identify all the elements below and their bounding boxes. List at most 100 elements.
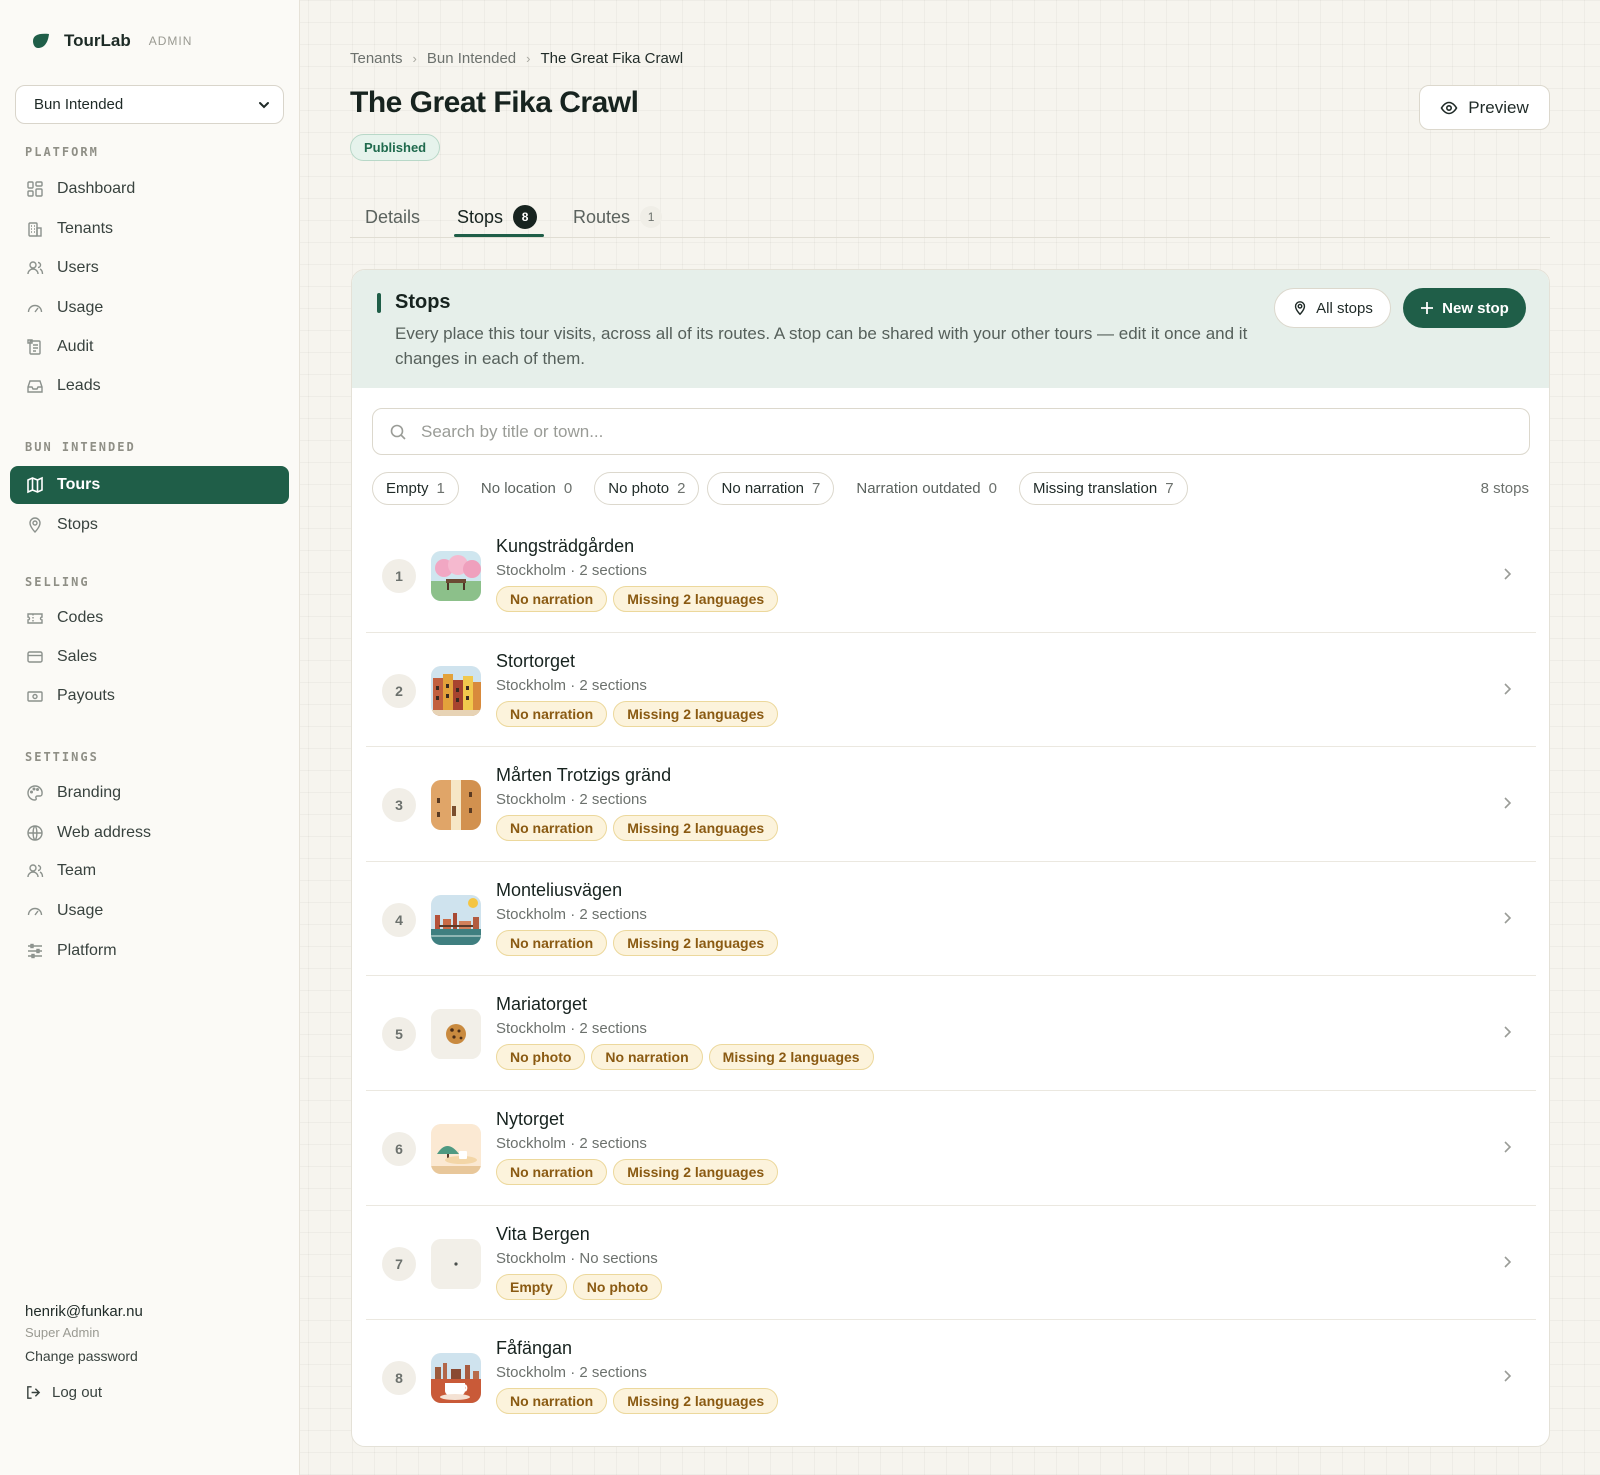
pin-icon bbox=[29, 517, 41, 533]
sidebar-item-sales[interactable]: Sales bbox=[10, 638, 289, 676]
nav-section-platform-label: PLATFORM bbox=[25, 145, 99, 159]
stop-number: 1 bbox=[382, 559, 416, 593]
sidebar-item-audit[interactable]: Audit bbox=[10, 328, 289, 366]
sidebar-item-team[interactable]: Team bbox=[10, 852, 289, 890]
sidebar-item-users[interactable]: Users bbox=[10, 249, 289, 287]
warning-tag: Missing 2 languages bbox=[613, 700, 779, 727]
all-stops-button[interactable]: All stops bbox=[1274, 288, 1391, 328]
stop-title: Fåfängan bbox=[496, 1338, 573, 1359]
stop-row[interactable]: 7 Vita Bergen Stockholm · No sections Em… bbox=[366, 1206, 1536, 1321]
stop-tags: No narration Missing 2 languages bbox=[496, 1388, 779, 1415]
chevron-right-icon bbox=[1504, 912, 1512, 924]
tab-routes[interactable]: Routes 1 bbox=[573, 200, 663, 234]
stop-thumbnail bbox=[431, 894, 481, 945]
stop-count: 8 stops bbox=[1480, 480, 1529, 497]
tab-stops[interactable]: Stops 8 bbox=[457, 200, 538, 234]
sidebar-item-usage[interactable]: Usage bbox=[10, 289, 289, 327]
users-icon bbox=[27, 864, 44, 878]
logout-button[interactable]: Log out bbox=[25, 1384, 102, 1401]
sidebar-item-label: Leads bbox=[57, 377, 101, 394]
park-bench-thumb bbox=[431, 551, 481, 601]
logout-label: Log out bbox=[52, 1384, 103, 1401]
filter-chip-missing-translation[interactable]: Missing translation 7 bbox=[1018, 472, 1188, 505]
ticket-icon bbox=[27, 613, 43, 624]
brand[interactable]: TourLab ADMIN bbox=[30, 30, 192, 52]
stop-tags: No narration Missing 2 languages bbox=[496, 700, 779, 727]
stop-row[interactable]: 6 Nytorget Stockholm · 2 sections No nar… bbox=[366, 1091, 1536, 1206]
stop-row[interactable]: 8 Fåfängan Stockholm · 2 sections No nar… bbox=[366, 1320, 1536, 1435]
sidebar-item-branding[interactable]: Branding bbox=[10, 774, 289, 812]
breadcrumb-tenant[interactable]: Bun Intended bbox=[427, 50, 516, 67]
change-password-link[interactable]: Change password bbox=[25, 1348, 138, 1364]
search-field[interactable] bbox=[372, 408, 1530, 455]
sidebar-item-dashboard[interactable]: Dashboard bbox=[10, 170, 289, 208]
sidebar-item-codes[interactable]: Codes bbox=[10, 599, 289, 637]
warning-tag: No narration bbox=[496, 929, 608, 956]
stop-tags: No narration Missing 2 languages bbox=[496, 929, 779, 956]
stop-row[interactable]: 4 Monteliusvägen Stockholm · 2 sections … bbox=[366, 862, 1536, 977]
stop-row[interactable]: 2 Stortorget Stockholm · 2 sections No n… bbox=[366, 633, 1536, 748]
sidebar-item-settings-usage[interactable]: Usage bbox=[10, 892, 289, 930]
coffee-skyline-thumb bbox=[431, 1353, 481, 1404]
inbox-icon bbox=[27, 380, 43, 393]
chevron-right-icon bbox=[1504, 797, 1512, 809]
stops-panel: Stops Every place this tour visits, acro… bbox=[351, 269, 1550, 1447]
filter-chip-no-photo[interactable]: No photo 2 bbox=[594, 472, 700, 505]
breadcrumb-tenants[interactable]: Tenants bbox=[350, 50, 403, 67]
stop-title: Mårten Trotzigs gränd bbox=[496, 765, 672, 786]
chevron-right-icon bbox=[1504, 683, 1512, 695]
old-town-facades-thumb bbox=[431, 665, 481, 716]
warning-tag: Empty bbox=[496, 1273, 567, 1300]
sidebar-item-platform[interactable]: Platform bbox=[10, 932, 289, 970]
chevron-right-icon bbox=[1504, 1255, 1512, 1268]
warning-tag: Missing 2 languages bbox=[708, 1044, 874, 1071]
sidebar-item-tours[interactable]: Tours bbox=[10, 466, 289, 504]
chevron-right-icon bbox=[1504, 1141, 1512, 1153]
sidebar-item-stops[interactable]: Stops bbox=[10, 506, 289, 544]
stop-tags: No photo No narration Missing 2 language… bbox=[496, 1044, 874, 1071]
nav-section-selling-label: SELLING bbox=[25, 575, 90, 589]
stop-subtitle: Stockholm · 2 sections bbox=[496, 1364, 647, 1382]
preview-button[interactable]: Preview bbox=[1419, 85, 1550, 130]
gauge-icon bbox=[27, 304, 43, 313]
logout-icon bbox=[27, 1386, 41, 1399]
stop-subtitle: Stockholm · 2 sections bbox=[496, 1020, 647, 1038]
search-input[interactable] bbox=[421, 421, 1421, 442]
filter-chip-no-location[interactable]: No location 0 bbox=[466, 472, 587, 505]
new-stop-button[interactable]: New stop bbox=[1403, 288, 1526, 328]
stop-title: Mariatorget bbox=[496, 994, 588, 1015]
tenant-select[interactable]: Bun Intended bbox=[15, 85, 284, 124]
sidebar-item-leads[interactable]: Leads bbox=[10, 367, 289, 405]
chevron-right-icon bbox=[1504, 1026, 1512, 1038]
filter-chip-no-narration[interactable]: No narration 7 bbox=[707, 472, 835, 505]
tab-label: Stops bbox=[457, 206, 504, 227]
filter-chip-empty[interactable]: Empty 1 bbox=[372, 472, 459, 505]
stop-thumbnail bbox=[431, 780, 481, 831]
stop-row[interactable]: 3 Mårten Trotzigs gränd Stockholm · 2 se… bbox=[366, 747, 1536, 862]
stop-title: Nytorget bbox=[496, 1108, 565, 1129]
users-icon bbox=[27, 261, 44, 275]
stops-panel-description: Every place this tour visits, across all… bbox=[395, 324, 1248, 368]
stop-tags: No narration Missing 2 languages bbox=[496, 1158, 779, 1185]
stop-thumbnail bbox=[431, 1353, 481, 1404]
stop-number: 8 bbox=[382, 1361, 416, 1396]
clipboard-icon bbox=[27, 339, 41, 355]
stop-row[interactable]: 1 Kungsträdgården Stockholm · 2 sections… bbox=[366, 518, 1536, 633]
sidebar-item-tenants[interactable]: Tenants bbox=[10, 210, 289, 248]
chip-label: Empty bbox=[386, 480, 429, 497]
user-email: henrik@funkar.nu bbox=[25, 1303, 143, 1320]
warning-tag: Missing 2 languages bbox=[613, 1388, 779, 1415]
warning-tag: Missing 2 languages bbox=[613, 929, 779, 956]
sidebar-item-payouts[interactable]: Payouts bbox=[10, 677, 289, 715]
tab-details[interactable]: Details bbox=[365, 200, 420, 234]
filter-chip-narration-outdated[interactable]: Narration outdated 0 bbox=[842, 472, 1011, 505]
chip-label: No location bbox=[480, 480, 556, 497]
warning-tag: No narration bbox=[496, 586, 608, 612]
stop-row[interactable]: 5 Mariatorget Stockholm · 2 sections No … bbox=[366, 976, 1536, 1091]
stop-number: 3 bbox=[382, 788, 416, 823]
stop-subtitle: Stockholm · 2 sections bbox=[496, 676, 647, 694]
warning-tag: No narration bbox=[496, 1388, 608, 1415]
sidebar-item-web-address[interactable]: Web address bbox=[10, 814, 289, 852]
tab-count-badge: 1 bbox=[640, 206, 663, 228]
chip-count: 7 bbox=[812, 480, 821, 497]
